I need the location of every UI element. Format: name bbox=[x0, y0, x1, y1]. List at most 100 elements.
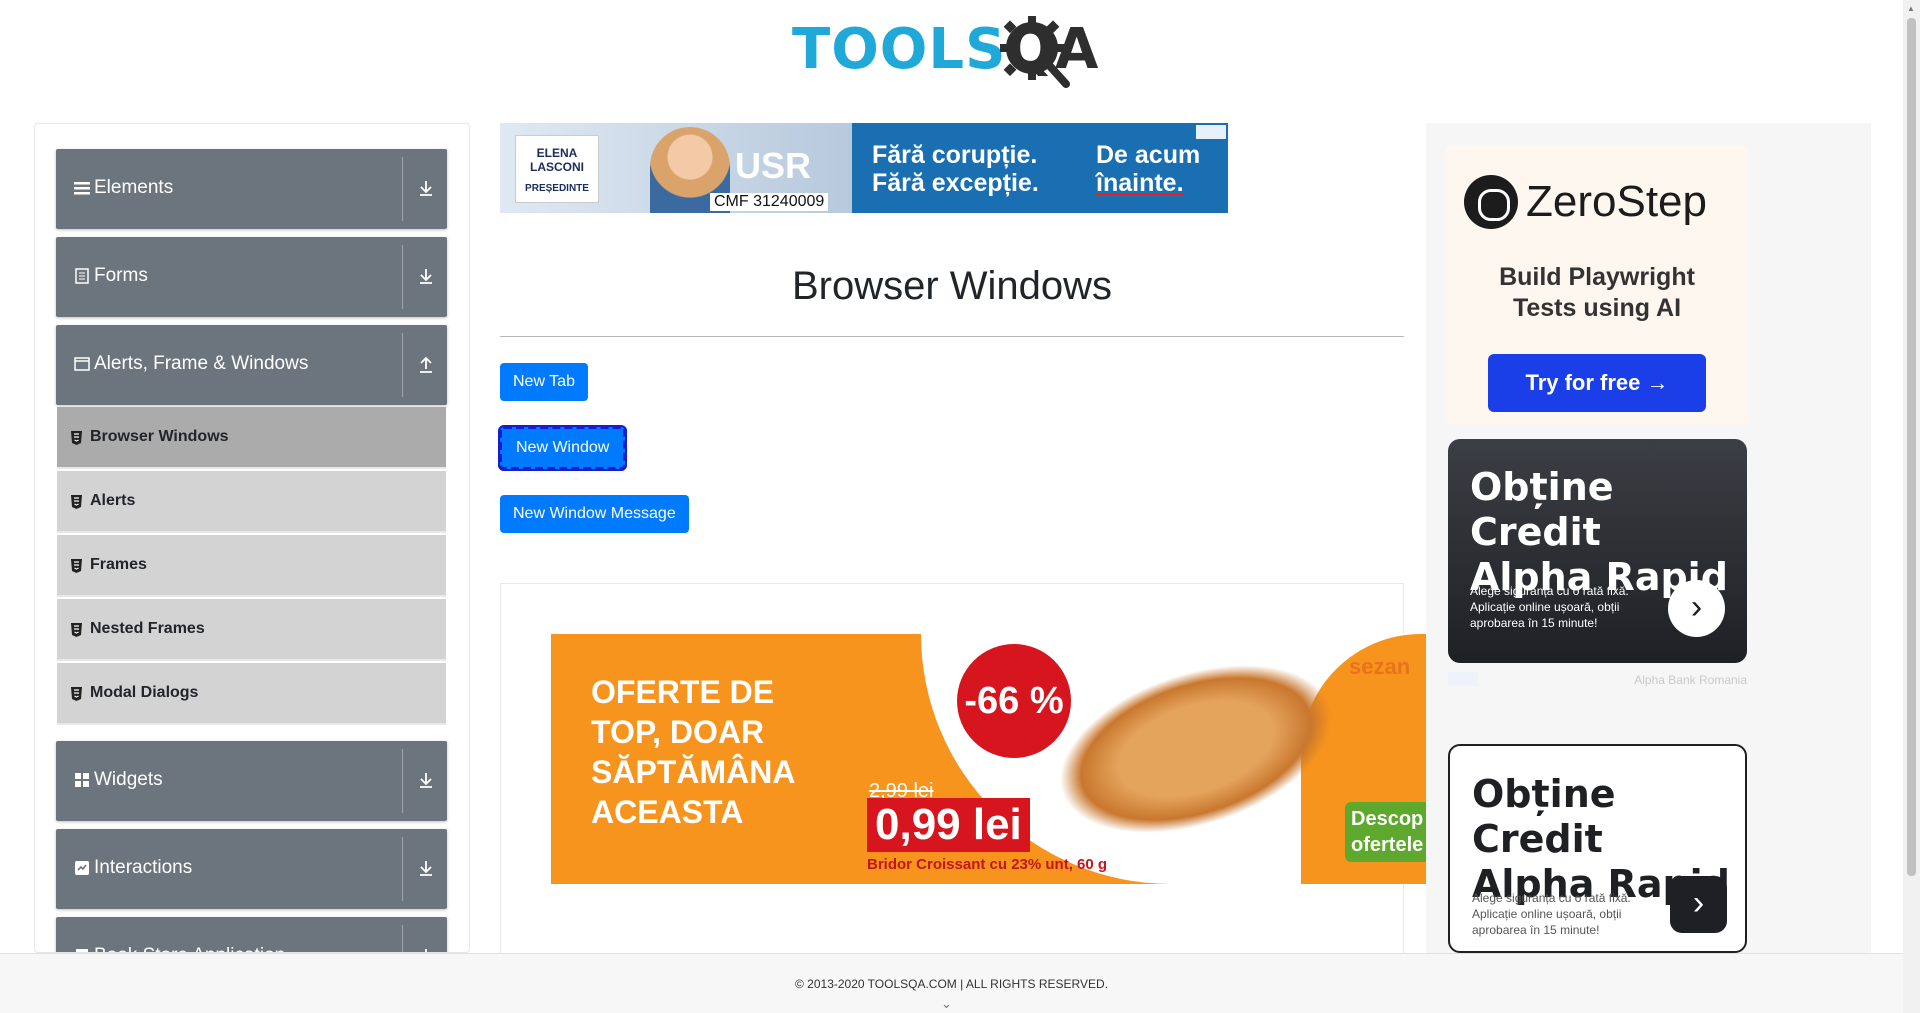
divider bbox=[402, 333, 403, 397]
sidebar-group-label: Forms bbox=[94, 265, 148, 286]
html5-icon bbox=[71, 431, 82, 445]
widgets-icon bbox=[75, 773, 89, 787]
download-arrow-icon bbox=[425, 949, 427, 952]
sidebar-item-frames[interactable]: Frames bbox=[57, 535, 446, 597]
ad-party-logo: USR bbox=[735, 145, 812, 186]
ad-headline-line: OFERTE DE bbox=[591, 674, 775, 710]
divider bbox=[500, 336, 1404, 337]
download-arrow-icon bbox=[420, 181, 432, 196]
toolsqa-logo[interactable]: TOOLSQA bbox=[792, 14, 1114, 92]
footer-text: © 2013-2020 TOOLSQA.COM | ALL RIGHTS RES… bbox=[795, 977, 1108, 991]
ad-slogan-line3: De acum bbox=[1096, 141, 1201, 169]
sidebar-group-label: Elements bbox=[94, 177, 174, 198]
ad-owner: Alpha Bank Romania bbox=[1634, 673, 1747, 687]
left-panel-accordion: Elements Forms Alerts, Frame & Windows B… bbox=[34, 123, 470, 953]
interactions-icon bbox=[75, 861, 89, 875]
html5-icon bbox=[71, 495, 82, 509]
sidebar-group-label: Alerts, Frame & Windows bbox=[94, 353, 309, 374]
sidebar-group-label: Interactions bbox=[94, 857, 193, 878]
middle-banner-ad[interactable]: OFERTE DE TOP, DOAR SĂPTĂMÂNA ACEASTA -6… bbox=[551, 634, 1433, 884]
footer: © 2013-2020 TOOLSQA.COM | ALL RIGHTS RES… bbox=[0, 953, 1903, 1013]
chevron-right-icon[interactable]: › bbox=[1668, 580, 1725, 637]
zerostep-tagline-line2: Tests using AI bbox=[1512, 294, 1682, 322]
ad-title: Obține Credit Alpha Rapid bbox=[1470, 465, 1747, 600]
ad-slogan-right: De acum înainte. bbox=[1096, 141, 1200, 197]
ad-brand: sezan bbox=[1349, 654, 1411, 679]
chevron-down-icon: ⌄ bbox=[941, 996, 952, 1011]
window-icon bbox=[74, 357, 90, 371]
hamburger-icon bbox=[74, 182, 90, 195]
sidebar-group-elements[interactable]: Elements bbox=[56, 149, 447, 229]
ad-name-box: ELENA LASCONI PREȘEDINTE bbox=[515, 135, 599, 203]
page-title: Browser Windows bbox=[791, 264, 1113, 308]
zerostep-name: ZeroStep bbox=[1526, 177, 1707, 226]
ad-slogan: Fără corupție. Fără excepție. bbox=[872, 141, 1039, 197]
ad-slogan-line1: Fără corupție. bbox=[872, 141, 1038, 169]
ad-title-line1: Obține Credit bbox=[1470, 465, 1614, 554]
zerostep-tagline-line1: Build Playwright bbox=[1499, 263, 1695, 291]
ad-headline-line: TOP, DOAR bbox=[591, 714, 765, 750]
scrollbar-thumb[interactable] bbox=[1907, 18, 1916, 876]
ad-headline: OFERTE DE TOP, DOAR SĂPTĂMÂNA ACEASTA bbox=[591, 672, 795, 832]
sidebar-group-alerts-frame-windows[interactable]: Alerts, Frame & Windows bbox=[56, 325, 447, 405]
ad-name-line2: LASCONI bbox=[530, 160, 584, 174]
product-name: Bridor Croissant cu 23% unt, 60 g bbox=[867, 856, 1108, 873]
adchoices-icon[interactable] bbox=[1448, 672, 1478, 686]
sidebar-item-label: Modal Dialogs bbox=[90, 684, 199, 701]
divider bbox=[402, 837, 403, 901]
discount-badge: -66 % bbox=[957, 644, 1071, 758]
divider bbox=[402, 157, 403, 221]
sidebar-item-label: Nested Frames bbox=[90, 620, 205, 637]
zerostep-logo-icon bbox=[1464, 175, 1518, 229]
download-arrow-icon bbox=[420, 861, 432, 876]
sidebar-group-interactions[interactable]: Interactions bbox=[56, 829, 447, 909]
sidebar-item-label: Frames bbox=[90, 556, 147, 573]
ad-title-line1: Obține Credit bbox=[1472, 772, 1616, 861]
sidebar-group-book-store-application[interactable]: Book Store Application bbox=[56, 917, 447, 952]
page: TOOLSQA Elements Forms Alerts, Frame & W… bbox=[0, 0, 1920, 1013]
scroll-up-icon[interactable]: ▲ bbox=[1907, 4, 1915, 13]
new-tab-button[interactable]: New Tab bbox=[500, 363, 588, 401]
ad-slogan-line4: înainte. bbox=[1096, 169, 1184, 197]
sidebar-item-nested-frames[interactable]: Nested Frames bbox=[57, 599, 446, 661]
alpha-bank-ad-light[interactable]: Obține Credit Alpha Rapid Alege siguranț… bbox=[1448, 744, 1747, 953]
adchoices-icon[interactable] bbox=[1196, 125, 1226, 139]
gear-magnifier-icon bbox=[1000, 16, 1070, 88]
ad-code: CMF 31240009 bbox=[710, 193, 829, 211]
download-arrow-icon bbox=[420, 773, 432, 788]
sidebar-group-label: Widgets bbox=[94, 769, 163, 790]
new-price: 0,99 lei bbox=[867, 798, 1030, 852]
ad-role: PREȘEDINTE bbox=[525, 183, 589, 194]
ad-text: Alege siguranța cu o rată fixă. Aplicați… bbox=[1470, 584, 1629, 630]
chevron-right-icon[interactable]: › bbox=[1670, 876, 1727, 933]
ad-headline-line: SĂPTĂMÂNA bbox=[591, 754, 796, 790]
ad-cta-button[interactable]: Descop ofertele bbox=[1345, 802, 1433, 862]
new-window-button[interactable]: New Window bbox=[497, 425, 628, 471]
sidebar-item-label: Browser Windows bbox=[90, 428, 229, 445]
document-icon bbox=[75, 268, 89, 284]
vertical-scrollbar[interactable]: ▲ bbox=[1903, 0, 1920, 1013]
ad-headline-line: ACEASTA bbox=[591, 794, 744, 830]
alpha-bank-ad-dark[interactable]: Obține Credit Alpha Rapid Alege siguranț… bbox=[1448, 439, 1747, 663]
sidebar-item-modal-dialogs[interactable]: Modal Dialogs bbox=[57, 663, 446, 725]
zerostep-ad[interactable]: ZeroStep Build Playwright Tests using AI… bbox=[1446, 145, 1748, 426]
ad-slogan-line2: Fără excepție. bbox=[872, 169, 1039, 197]
sidebar-group-forms[interactable]: Forms bbox=[56, 237, 447, 317]
new-window-message-button[interactable]: New Window Message bbox=[500, 495, 689, 533]
zerostep-tagline: Build Playwright Tests using AI bbox=[1446, 262, 1748, 324]
divider bbox=[402, 245, 403, 309]
logo-text-tools: TOOLS bbox=[792, 17, 1007, 82]
divider bbox=[402, 749, 403, 813]
try-for-free-button[interactable]: Try for free → bbox=[1488, 354, 1706, 412]
upload-arrow-icon bbox=[420, 356, 432, 373]
ad-name-line1: ELENA bbox=[536, 146, 578, 160]
html5-icon bbox=[71, 687, 82, 701]
sidebar-item-alerts[interactable]: Alerts bbox=[57, 471, 446, 533]
ad-text: Alege siguranța cu o rată fixă. Aplicați… bbox=[1472, 891, 1631, 937]
sidebar-group-widgets[interactable]: Widgets bbox=[56, 741, 447, 821]
html5-icon bbox=[71, 623, 82, 637]
download-arrow-icon bbox=[420, 269, 432, 284]
top-banner-ad[interactable]: ELENA LASCONI PREȘEDINTE USR CMF 3124000… bbox=[500, 123, 1228, 213]
html5-icon bbox=[71, 559, 82, 573]
sidebar-item-browser-windows[interactable]: Browser Windows bbox=[57, 407, 446, 469]
